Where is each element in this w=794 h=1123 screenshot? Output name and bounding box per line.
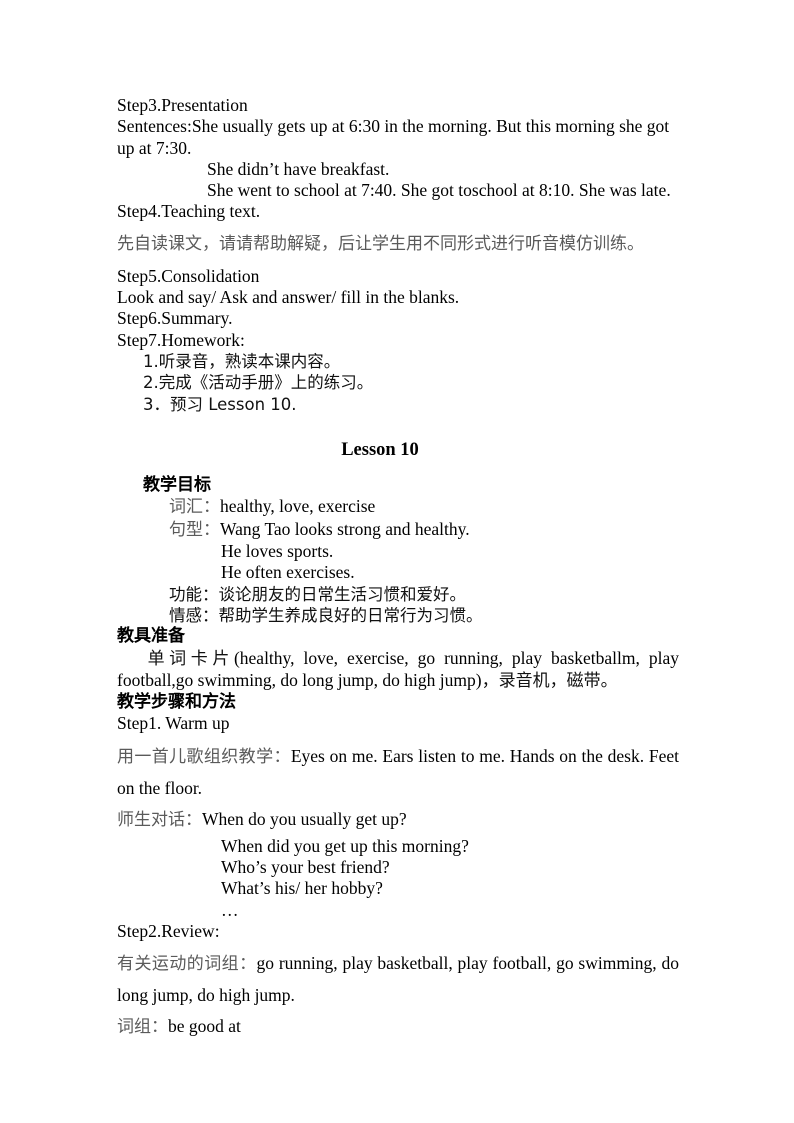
dialogue-ellipsis: … (221, 899, 239, 920)
step7-heading: Step7.Homework: (117, 329, 245, 350)
dialogue-first-question: When do you usually get up? (202, 808, 407, 829)
step1-warmup-row: 用一首儿歌组织教学：Eyes on me. Ears listen to me.… (117, 741, 679, 804)
review-label: 有关运动的词组： (117, 954, 257, 975)
procedure-heading: 教学步骤和方法 (117, 692, 236, 713)
objectives-pattern-line-1: Wang Tao looks strong and healthy. (220, 518, 470, 539)
objectives-heading: 教学目标 (143, 475, 211, 496)
objectives-vocab-row: 词汇：healthy, love, exercise (117, 496, 679, 518)
step5-heading: Step5.Consolidation (117, 265, 260, 286)
objectives-pattern-label: 句型： (169, 519, 220, 540)
document-content: Step3.Presentation Sentences:She usually… (117, 95, 679, 1043)
homework-item-1: 1.听录音，熟读本课内容。 (143, 351, 341, 371)
step2-heading: Step2.Review: (117, 920, 220, 941)
objectives-vocab-value: healthy, love, exercise (220, 496, 376, 517)
step4-note: 先自读课文，请请帮助解疑，后让学生用不同形式进行听音模仿训练。 (117, 233, 644, 254)
phrase-row: 词组：be good at (117, 1011, 679, 1043)
dialogue-question-3: Who’s your best friend? (221, 857, 390, 878)
phrase-label: 词组： (117, 1017, 168, 1038)
objectives-vocab-label: 词汇： (169, 497, 220, 518)
materials-body: 单词卡片(healthy, love, exercise, go running… (117, 648, 679, 693)
objectives-emotion: 情感：帮助学生养成良好的日常行为习惯。 (169, 605, 483, 625)
page-title: Lesson 10 (341, 439, 419, 460)
step4-heading: Step4.Teaching text. (117, 201, 261, 222)
phrase-english: be good at (168, 1016, 241, 1037)
objectives-pattern-row: 句型：Wang Tao looks strong and healthy. (117, 519, 679, 541)
dialogue-label: 师生对话： (117, 809, 202, 830)
step1-heading: Step1. Warm up (117, 713, 230, 734)
dialogue-row: 师生对话：When do you usually get up? (117, 804, 679, 836)
objectives-pattern-line-2: He loves sports. (221, 541, 334, 562)
step3-heading: Step3.Presentation (117, 95, 248, 115)
dialogue-question-2: When did you get up this morning? (221, 835, 469, 856)
step3-sentence-2: She didn’t have breakfast. (207, 158, 390, 179)
objectives-pattern-line-3: He often exercises. (221, 562, 355, 583)
step1-cn-label: 用一首儿歌组织教学： (117, 746, 291, 767)
review-row: 有关运动的词组：go running, play basketball, pla… (117, 948, 679, 1011)
step6-heading: Step6.Summary. (117, 308, 233, 329)
step5-body: Look and say/ Ask and answer/ fill in th… (117, 287, 460, 308)
objectives-function: 功能：谈论朋友的日常生活习惯和爱好。 (169, 584, 466, 604)
dialogue-question-4: What’s his/ her hobby? (221, 878, 383, 899)
step3-sentence-3: She went to school at 7:40. She got tosc… (207, 180, 671, 201)
homework-item-2: 2.完成《活动手册》上的练习。 (143, 373, 374, 393)
materials-heading: 教具准备 (117, 626, 185, 647)
document-page: Step3.Presentation Sentences:She usually… (0, 0, 794, 1123)
homework-item-3: 3．预习 Lesson 10. (143, 394, 297, 414)
materials-prefix: 单词卡片 (143, 648, 234, 669)
step3-sentences: Sentences:She usually gets up at 6:30 in… (117, 116, 674, 158)
materials-suffix: ，录音机，磁带。 (481, 670, 618, 691)
